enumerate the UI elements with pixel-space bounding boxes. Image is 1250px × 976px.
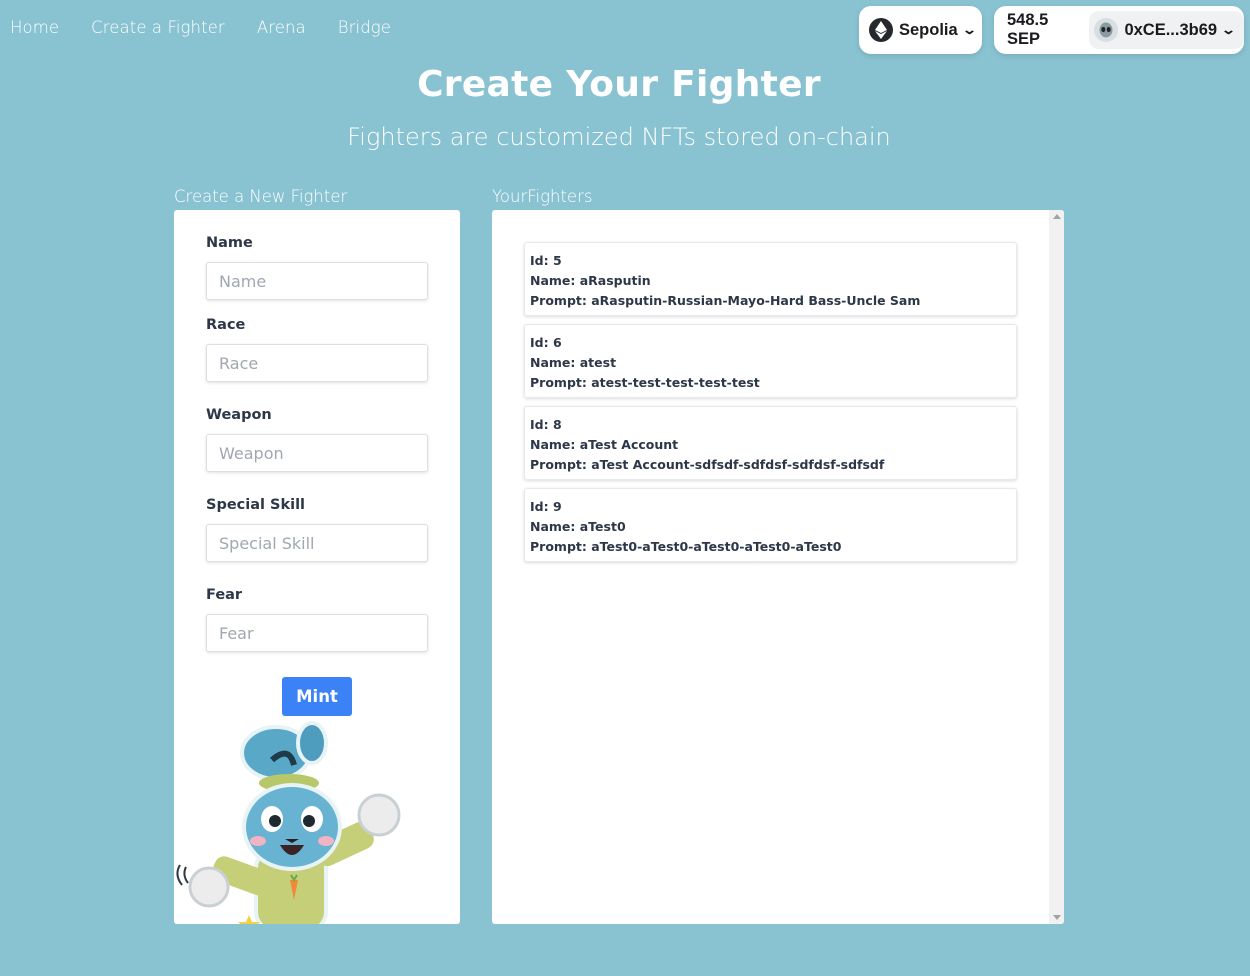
fighter-name: Name: atest [530, 355, 617, 370]
alien-avatar-icon [1094, 18, 1119, 42]
fighter-card[interactable]: Id: 6 Name: atest Prompt: atest-test-tes… [524, 324, 1017, 398]
fighter-id: Id: 9 [530, 499, 562, 514]
top-nav: Home Create a Fighter Arena Bridge [10, 18, 423, 37]
address-pill[interactable]: 0xCE...3b69 ⌄ [1089, 11, 1244, 49]
fighter-prompt: Prompt: aRasputin-Russian-Mayo-Hard Bass… [530, 293, 921, 308]
scroll-down-arrow-icon[interactable] [1053, 915, 1061, 920]
page-subtitle: Fighters are customized NFTs stored on-c… [347, 123, 891, 151]
special-skill-input[interactable] [206, 524, 428, 562]
wallet-balance: 548.5 SEP [1007, 11, 1049, 48]
fighter-card[interactable]: Id: 9 Name: aTest0 Prompt: aTest0-aTest0… [524, 488, 1017, 562]
scroll-up-arrow-icon[interactable] [1053, 214, 1061, 219]
fighter-prompt: Prompt: atest-test-test-test-test [530, 375, 760, 390]
fear-input[interactable] [206, 614, 428, 652]
your-fighters-list[interactable]: Id: 5 Name: aRasputin Prompt: aRasputin-… [492, 210, 1064, 924]
nav-create-fighter[interactable]: Create a Fighter [91, 18, 225, 37]
ethereum-icon [869, 18, 893, 42]
chevron-down-icon: ⌄ [1220, 22, 1237, 37]
nav-bridge[interactable]: Bridge [338, 18, 391, 37]
weapon-label: Weapon [206, 407, 272, 423]
fighter-id: Id: 5 [530, 253, 562, 268]
fighter-prompt: Prompt: aTest0-aTest0-aTest0-aTest0-aTes… [530, 539, 842, 554]
race-label: Race [206, 317, 246, 333]
race-input[interactable] [206, 344, 428, 382]
nav-arena[interactable]: Arena [257, 18, 306, 37]
special-skill-label: Special Skill [206, 497, 306, 513]
create-fighter-section-label: Create a New Fighter [174, 187, 348, 206]
page-title: Create Your Fighter [417, 64, 821, 105]
fighter-prompt: Prompt: aTest Account-sdfsdf-sdfdsf-sdfd… [530, 457, 885, 472]
weapon-input[interactable] [206, 434, 428, 472]
network-name: Sepolia [899, 20, 958, 39]
create-fighter-form: Name Race Weapon Special Skill Fear Mint [174, 210, 460, 924]
fighter-card[interactable]: Id: 8 Name: aTest Account Prompt: aTest … [524, 406, 1017, 480]
list-scrollbar[interactable] [1049, 210, 1064, 924]
fighter-name: Name: aRasputin [530, 273, 651, 288]
fighter-name: Name: aTest Account [530, 437, 679, 452]
chevron-down-icon: ⌄ [961, 22, 977, 37]
mint-button[interactable]: Mint [282, 677, 352, 716]
wallet-address: 0xCE...3b69 [1124, 20, 1218, 39]
your-fighters-section-label: YourFighters [492, 187, 593, 206]
account-button[interactable]: 548.5 SEP 0xCE...3b69 ⌄ [994, 6, 1244, 54]
nav-home[interactable]: Home [10, 18, 59, 37]
fighter-name: Name: aTest0 [530, 519, 626, 534]
fighter-mascot-illustration [176, 721, 401, 924]
name-input[interactable] [206, 262, 428, 300]
network-selector-button[interactable]: Sepolia ⌄ [859, 6, 982, 54]
fighter-id: Id: 8 [530, 417, 562, 432]
name-label: Name [206, 235, 253, 251]
fighter-id: Id: 6 [530, 335, 562, 350]
fear-label: Fear [206, 587, 243, 603]
fighter-card[interactable]: Id: 5 Name: aRasputin Prompt: aRasputin-… [524, 242, 1017, 316]
